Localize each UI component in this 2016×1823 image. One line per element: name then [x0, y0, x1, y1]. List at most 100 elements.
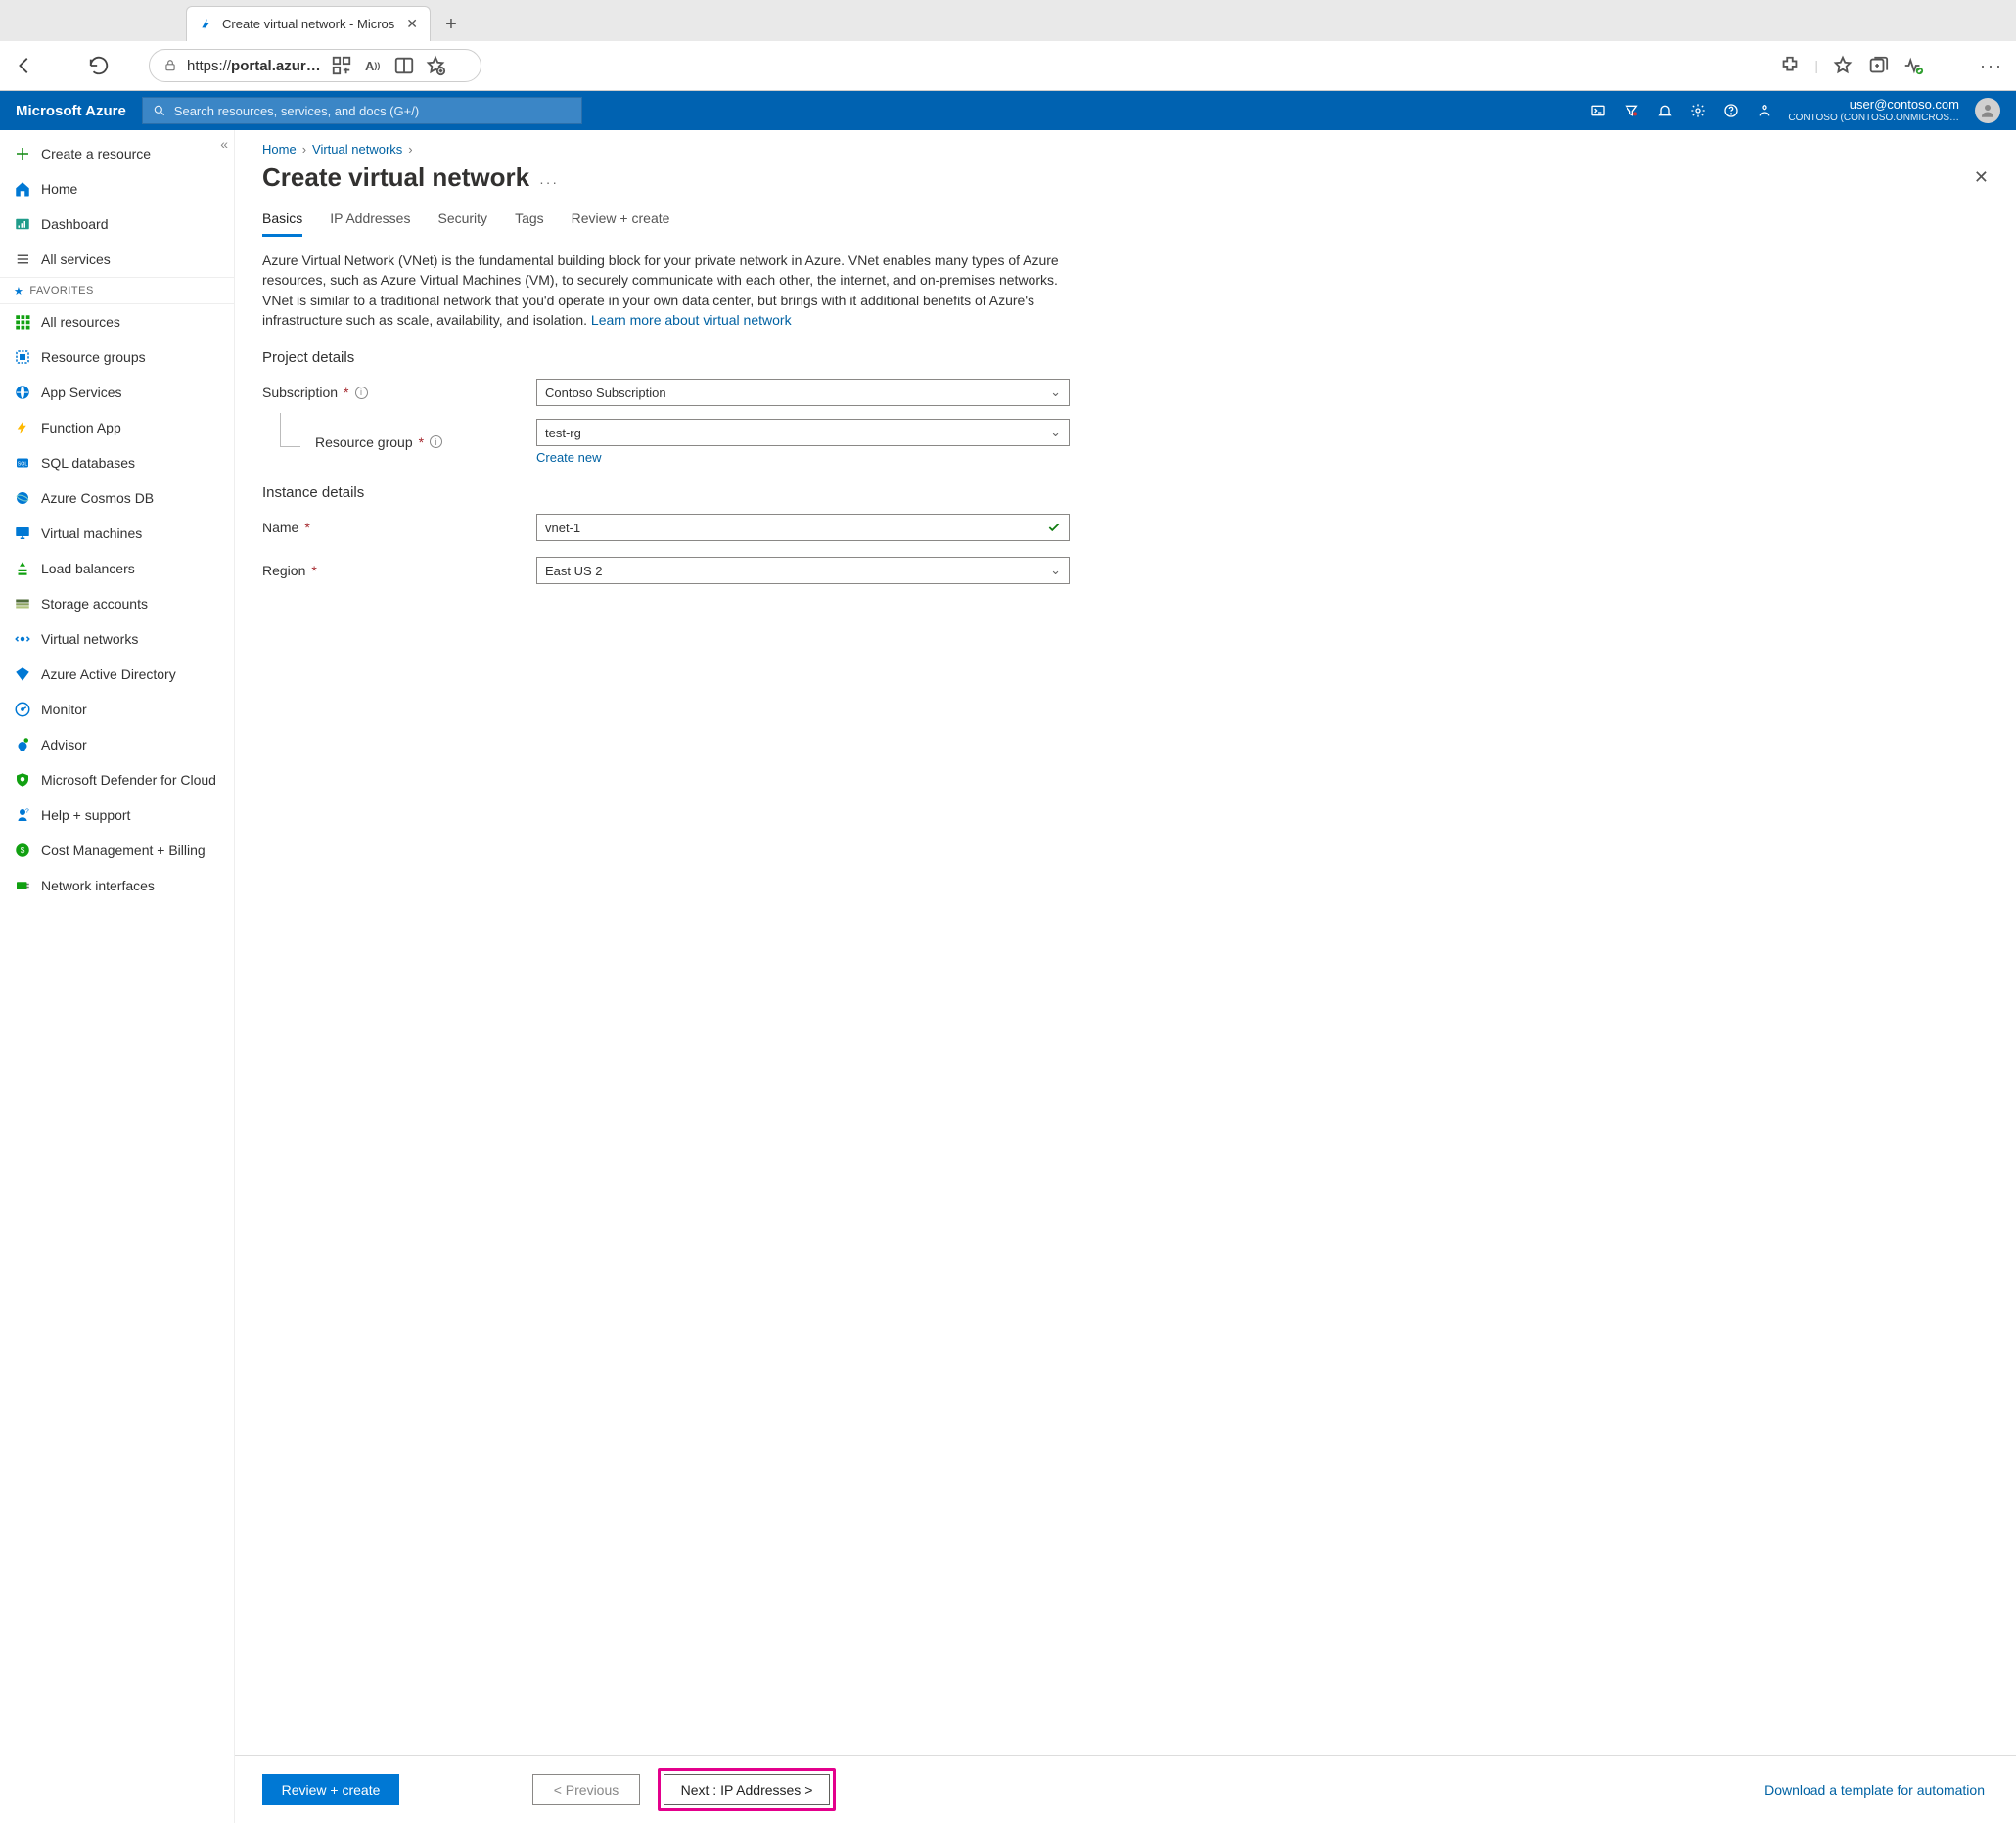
breadcrumb-home[interactable]: Home: [262, 142, 297, 157]
sidebar-item-cost-mgmt[interactable]: $ Cost Management + Billing: [0, 833, 234, 868]
storage-icon: [14, 595, 31, 613]
back-button[interactable]: [14, 55, 35, 76]
sidebar-item-sql-databases[interactable]: SQL SQL databases: [0, 445, 234, 480]
search-placeholder: Search resources, services, and docs (G+…: [174, 104, 419, 118]
sidebar-item-aad[interactable]: Azure Active Directory: [0, 657, 234, 692]
next-button-highlight: Next : IP Addresses >: [658, 1768, 836, 1811]
performance-icon[interactable]: [1902, 55, 1924, 76]
sidebar-all-services[interactable]: All services: [0, 242, 234, 277]
sidebar-item-nic[interactable]: Network interfaces: [0, 868, 234, 903]
help-icon[interactable]: [1723, 103, 1739, 118]
address-bar[interactable]: https://portal.azur… A)): [149, 49, 481, 82]
sidebar-item-virtual-networks[interactable]: Virtual networks: [0, 621, 234, 657]
chevron-down-icon: ⌄: [1050, 385, 1061, 400]
url-text: https://portal.azur…: [187, 58, 321, 74]
tab-tags[interactable]: Tags: [515, 210, 544, 237]
tab-basics[interactable]: Basics: [262, 210, 302, 237]
tab-review-create[interactable]: Review + create: [572, 210, 670, 237]
breadcrumb-vnets[interactable]: Virtual networks: [312, 142, 402, 157]
more-icon[interactable]: ···: [1981, 55, 2002, 76]
feedback-icon[interactable]: [1757, 103, 1772, 118]
sidebar-item-load-balancers[interactable]: Load balancers: [0, 551, 234, 586]
sidebar-item-help-support[interactable]: ? Help + support: [0, 798, 234, 833]
split-screen-icon[interactable]: [393, 55, 415, 76]
new-tab-button[interactable]: +: [435, 8, 468, 41]
sidebar-item-defender[interactable]: Microsoft Defender for Cloud: [0, 762, 234, 798]
sidebar-item-cosmos-db[interactable]: Azure Cosmos DB: [0, 480, 234, 516]
read-aloud-icon[interactable]: A)): [362, 55, 384, 76]
info-icon[interactable]: i: [355, 387, 368, 399]
tab-security[interactable]: Security: [437, 210, 487, 237]
previous-button[interactable]: < Previous: [532, 1774, 640, 1805]
nic-icon: [14, 877, 31, 894]
chevron-right-icon: ›: [408, 142, 412, 157]
favorites-icon[interactable]: [1832, 55, 1854, 76]
settings-icon[interactable]: [1690, 103, 1706, 118]
sidebar-dashboard[interactable]: Dashboard: [0, 206, 234, 242]
name-input[interactable]: vnet-1: [536, 514, 1070, 541]
download-template-link[interactable]: Download a template for automation: [1764, 1782, 1989, 1798]
create-new-rg-link[interactable]: Create new: [536, 450, 601, 465]
sidebar-item-monitor[interactable]: Monitor: [0, 692, 234, 727]
review-create-button[interactable]: Review + create: [262, 1774, 399, 1805]
more-commands-icon[interactable]: ···: [539, 174, 559, 190]
azure-brand[interactable]: Microsoft Azure: [16, 103, 126, 119]
browser-tab[interactable]: Create virtual network - Micros ✕: [186, 6, 431, 41]
valid-check-icon: [1047, 521, 1061, 534]
azure-header: Microsoft Azure Search resources, servic…: [0, 91, 2016, 130]
sidebar-item-all-resources[interactable]: All resources: [0, 304, 234, 340]
wizard-tabs: Basics IP Addresses Security Tags Review…: [262, 210, 1989, 237]
page-title: Create virtual network: [262, 162, 529, 193]
aad-icon: [14, 665, 31, 683]
app-launcher-icon[interactable]: [331, 55, 352, 76]
sidebar-home[interactable]: Home: [0, 171, 234, 206]
tab-close-icon[interactable]: ✕: [406, 16, 418, 32]
refresh-button[interactable]: [88, 55, 110, 76]
sidebar-item-advisor[interactable]: Advisor: [0, 727, 234, 762]
add-favorite-icon[interactable]: [425, 55, 446, 76]
tab-title: Create virtual network - Micros: [222, 17, 398, 31]
extensions-icon[interactable]: [1779, 55, 1801, 76]
learn-more-link[interactable]: Learn more about virtual network: [591, 312, 792, 328]
subscription-select[interactable]: Contoso Subscription ⌄: [536, 379, 1070, 406]
app-services-icon: [14, 384, 31, 401]
cloud-shell-icon[interactable]: [1590, 103, 1606, 118]
sidebar-create-resource[interactable]: Create a resource: [0, 136, 234, 171]
label-region: Region *: [262, 563, 536, 578]
label-resource-group: Resource group * i: [262, 434, 536, 450]
section-instance-details: Instance details: [262, 484, 1989, 501]
main-area: Home › Virtual networks › Create virtual…: [235, 130, 2016, 1823]
name-value: vnet-1: [545, 521, 580, 535]
chevron-down-icon: ⌄: [1050, 563, 1061, 578]
user-avatar[interactable]: [1975, 98, 2000, 123]
user-info[interactable]: user@contoso.com CONTOSO (CONTOSO.ONMICR…: [1788, 98, 1959, 123]
label-name: Name *: [262, 520, 536, 535]
tab-ip-addresses[interactable]: IP Addresses: [330, 210, 410, 237]
required-icon: *: [419, 434, 424, 450]
resource-group-select[interactable]: test-rg ⌄: [536, 419, 1070, 446]
sidebar-item-app-services[interactable]: App Services: [0, 375, 234, 410]
sidebar-item-function-app[interactable]: Function App: [0, 410, 234, 445]
vm-icon: [14, 524, 31, 542]
collapse-sidebar-icon[interactable]: «: [220, 136, 228, 152]
sidebar-item-resource-groups[interactable]: Resource groups: [0, 340, 234, 375]
azure-search[interactable]: Search resources, services, and docs (G+…: [142, 97, 582, 124]
close-blade-icon[interactable]: ✕: [1974, 167, 1989, 188]
chevron-right-icon: ›: [302, 142, 306, 157]
label-subscription: Subscription * i: [262, 385, 536, 400]
region-select[interactable]: East US 2 ⌄: [536, 557, 1070, 584]
directory-filter-icon[interactable]: [1624, 103, 1639, 118]
notifications-icon[interactable]: [1657, 103, 1672, 118]
svg-text:SQL: SQL: [18, 461, 28, 467]
next-button[interactable]: Next : IP Addresses >: [664, 1774, 830, 1805]
sidebar-item-storage-accounts[interactable]: Storage accounts: [0, 586, 234, 621]
intro-text: Azure Virtual Network (VNet) is the fund…: [262, 251, 1075, 330]
azure-favicon-icon: [199, 17, 214, 32]
plus-icon: [14, 145, 31, 162]
site-info-icon[interactable]: [163, 59, 177, 72]
collections-icon[interactable]: [1867, 55, 1889, 76]
sidebar-item-virtual-machines[interactable]: Virtual machines: [0, 516, 234, 551]
info-icon[interactable]: i: [430, 435, 442, 448]
breadcrumb: Home › Virtual networks ›: [262, 142, 1989, 157]
wizard-footer: Review + create < Previous Next : IP Add…: [235, 1755, 2016, 1823]
